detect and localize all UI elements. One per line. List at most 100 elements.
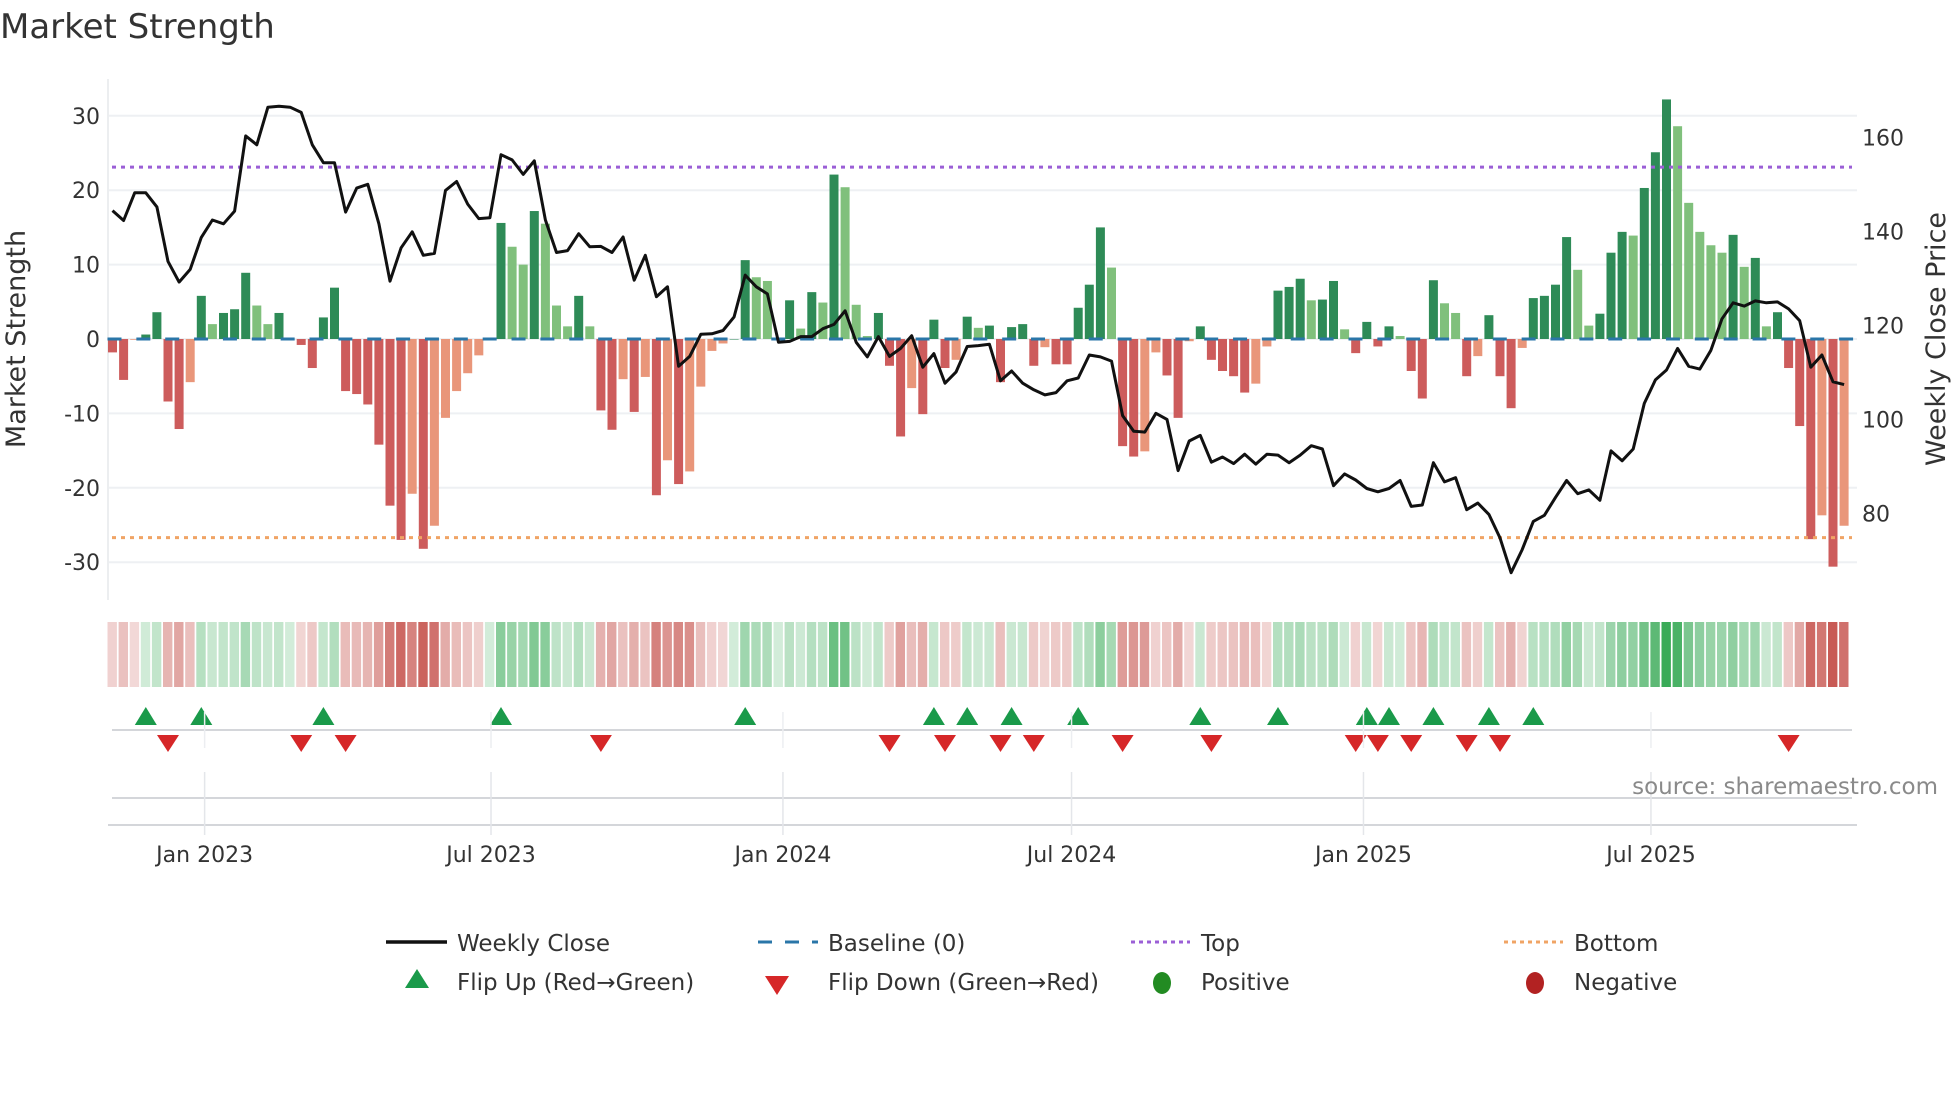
strength-bar: [363, 339, 373, 405]
strength-bar: [1240, 339, 1250, 393]
strength-bar: [374, 339, 384, 445]
strength-bar: [640, 339, 650, 377]
strip-cell: [1162, 622, 1172, 687]
strip-cell: [240, 622, 251, 687]
legend-baseline[interactable]: Baseline (0): [828, 931, 965, 957]
strip-cell: [573, 622, 584, 687]
strip-cell: [629, 622, 639, 687]
strength-bar: [940, 339, 950, 369]
strip-cell: [1350, 622, 1361, 687]
flip-up-marker: [1067, 707, 1090, 725]
strength-bar: [1140, 339, 1150, 452]
strength-bar: [1628, 235, 1638, 339]
strip-cell: [729, 622, 739, 687]
strip-cell: [1284, 622, 1294, 687]
strength-bar: [318, 317, 328, 339]
strip-cell: [1728, 622, 1738, 687]
strip-cell: [906, 622, 917, 687]
strip-cell: [1650, 622, 1660, 687]
legend-positive[interactable]: Positive: [1201, 970, 1290, 996]
strip-cell: [1206, 622, 1216, 687]
strength-bar: [1795, 339, 1805, 427]
strip-cell: [1683, 622, 1694, 687]
strip-cell: [1150, 622, 1161, 687]
y-tick-label: 0: [86, 328, 100, 353]
strip-cell: [1317, 622, 1327, 687]
flip-up-triangle-icon: [405, 969, 429, 988]
strength-bar: [1073, 307, 1083, 339]
strength-bar: [1317, 299, 1327, 339]
strip-cell: [851, 622, 861, 687]
strip-cell: [895, 622, 905, 687]
strip-cell: [1250, 622, 1261, 687]
flip-down-marker: [1777, 735, 1800, 752]
source-label: source: sharemaestro.com: [1632, 774, 1938, 800]
strip-cell: [607, 622, 617, 687]
strip-cell: [473, 622, 484, 687]
legend: Weekly Close Baseline (0) Top Bottom Fli…: [386, 931, 1677, 996]
strength-bars: [108, 99, 1849, 567]
strength-bar: [807, 292, 817, 339]
legend-bottom[interactable]: Bottom: [1574, 931, 1658, 957]
strength-bar: [385, 339, 395, 506]
strip-cell: [1406, 622, 1416, 687]
strip-cell: [1583, 622, 1594, 687]
left-axis: 30 20 10 0 -10 -20 -30: [64, 105, 100, 576]
strength-bar: [1750, 257, 1760, 339]
strength-bar: [1706, 245, 1716, 339]
flip-up-marker: [312, 707, 335, 725]
strip-cell: [1428, 622, 1438, 687]
strip-cell: [396, 622, 406, 687]
strip-cell: [1184, 622, 1194, 687]
legend-flip-up[interactable]: Flip Up (Red→Green): [457, 970, 694, 996]
strength-bar: [1395, 336, 1405, 339]
y2-tick-label: 140: [1862, 220, 1904, 245]
strip-cell: [1095, 622, 1105, 687]
strength-bar: [207, 324, 217, 339]
strength-bar: [352, 339, 362, 395]
negative-dot-icon: [1526, 972, 1544, 994]
strength-bar: [1406, 339, 1416, 371]
flip-down-marker: [989, 735, 1012, 752]
strip-cell: [185, 622, 195, 687]
flip-up-marker: [1378, 707, 1400, 725]
strip-cell: [795, 622, 806, 687]
strip-cell: [973, 622, 983, 687]
strength-bar: [1673, 126, 1683, 339]
strip-cell: [1828, 622, 1838, 687]
strip-cell: [873, 622, 883, 687]
strength-bar: [818, 302, 828, 339]
strength-heat-strip: [107, 622, 1849, 687]
legend-negative[interactable]: Negative: [1574, 970, 1677, 996]
strip-cell: [151, 622, 162, 687]
legend-flip-down[interactable]: Flip Down (Green→Red): [828, 970, 1099, 996]
legend-weekly-close[interactable]: Weekly Close: [457, 931, 610, 957]
strip-cell: [540, 622, 550, 687]
strip-cell: [1739, 622, 1749, 687]
strip-cell: [1273, 622, 1283, 687]
strip-cell: [595, 622, 606, 687]
strength-bar: [618, 339, 628, 380]
strip-cell: [984, 622, 994, 687]
strip-cell: [662, 622, 672, 687]
strength-bar: [1428, 280, 1438, 339]
strength-bar: [607, 339, 617, 430]
strip-cell: [407, 622, 417, 687]
y2-tick-label: 120: [1862, 314, 1904, 339]
strength-bar: [1340, 329, 1350, 339]
strip-cell: [651, 622, 661, 687]
strip-cell: [1039, 622, 1050, 687]
strip-cell: [1639, 622, 1649, 687]
y-tick-label: 30: [72, 105, 100, 130]
y-tick-label: 10: [72, 254, 100, 279]
flip-up-marker: [1000, 707, 1023, 725]
strength-bar: [1595, 313, 1605, 339]
strip-cell: [1539, 622, 1549, 687]
strip-cell: [829, 622, 839, 687]
strength-bar: [1606, 252, 1616, 339]
legend-top[interactable]: Top: [1200, 931, 1240, 957]
strip-cell: [1339, 622, 1349, 687]
flip-down-triangle-icon: [765, 976, 789, 995]
flip-up-marker: [1189, 707, 1212, 725]
strength-bar: [1761, 326, 1771, 339]
